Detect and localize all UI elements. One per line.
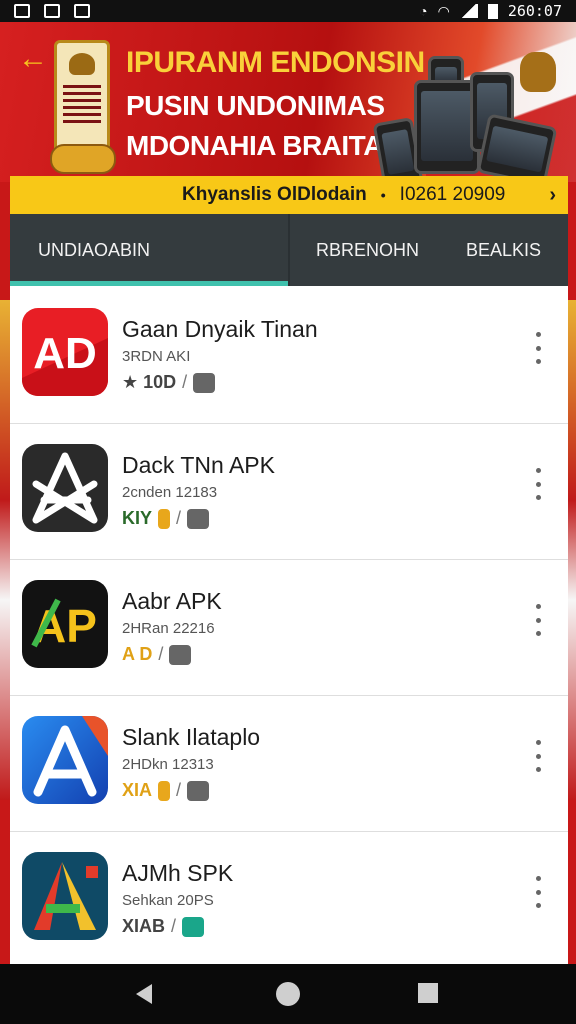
app-subtitle: 2cnden 12183 [122,484,218,501]
nav-back-icon[interactable] [136,984,152,1004]
tab-bealkis[interactable]: BEALKIS [466,214,541,286]
category-icon [187,508,210,529]
badge-icon [158,780,171,801]
app-title: AJMh SPK [122,860,234,886]
banner-title-line1: IPURANM ENDONSIN [126,46,425,79]
category-icon [182,916,205,937]
app-subtitle: Sehkan 20PS [122,892,214,909]
app-title: Slank Ilataplo [122,724,261,750]
app-meta: XIA / [122,780,210,801]
signal-icon [459,4,478,18]
category-icon [193,372,216,393]
status-clock: 260:07 [507,2,562,20]
app-subtitle: 3RDN AKI [122,348,191,365]
app-meta: KIY / [122,508,210,529]
nav-home-icon[interactable] [276,982,300,1006]
info-bar-left: Khyanslis OlDlodain [182,184,367,205]
category-icon [187,780,210,801]
info-separator: • [380,187,386,203]
more-options-icon[interactable] [530,328,546,368]
app-meta: XIAB / [122,916,205,937]
active-tab-indicator [10,281,288,286]
tab-rbrenohn[interactable]: RBRENOHN [316,214,419,286]
emblem-base-icon [50,144,116,174]
badge-icon [158,508,171,529]
a-multicolor-app-icon [22,852,108,940]
emblem-scroll-icon [54,40,110,158]
app-rating: KIY [122,508,153,528]
app-rating: A D [122,644,153,664]
mail-notification-icon [74,4,90,18]
app-meta: ★ 10D / [122,372,216,393]
meta-separator: / [171,916,177,936]
garuda-emblem-icon [520,52,556,92]
battery-icon [487,3,498,19]
app-title: Dack TNn APK [122,452,275,478]
list-item[interactable]: AD Gaan Dnyaik Tinan 3RDN AKI ★ 10D / [10,288,568,424]
list-item[interactable]: Slank Ilataplo 2HDkn 12313 XIA / [10,696,568,832]
ap-yellow-app-icon: AP [22,580,108,668]
svg-text:AD: AD [33,329,97,378]
app-notification-icon [44,4,60,18]
list-item[interactable]: Dack TNn APK 2cnden 12183 KIY / [10,424,568,560]
info-bar-right: I0261 20909 [399,184,506,205]
a-star-dark-app-icon [22,444,108,532]
tab-bar: UNDIAOABIN RBRENOHN BEALKIS [10,214,568,286]
app-rating: XIA [122,780,153,800]
meta-separator: / [182,372,188,392]
list-item[interactable]: AJMh SPK Sehkan 20PS XIAB / [10,832,568,968]
nav-recents-icon[interactable] [418,983,438,1003]
more-options-icon[interactable] [530,872,546,912]
promo-banner[interactable]: ← IPURANM ENDONSIN PUSIN UNDONIMAS MDONA… [0,22,576,182]
banner-title-line2: PUSIN UNDONIMAS [126,90,385,121]
meta-separator: / [176,508,182,528]
tab-divider [288,214,290,286]
a-blue-app-icon [22,716,108,804]
list-item[interactable]: AP Aabr APK 2HRan 22216 A D / [10,560,568,696]
tab-undiaoabin[interactable]: UNDIAOABIN [38,214,150,286]
app-rating: ★ 10D [122,372,177,392]
meta-separator: / [176,780,182,800]
app-meta: A D / [122,644,192,665]
more-options-icon[interactable] [530,600,546,640]
app-subtitle: 2HDkn 12313 [122,756,214,773]
app-title: Gaan Dnyaik Tinan [122,316,318,342]
back-arrow-icon[interactable]: ← [18,42,48,76]
image-notification-icon [14,4,30,18]
meta-separator: / [158,644,164,664]
category-icon [169,644,192,665]
system-nav-bar [0,964,576,1024]
ad-red-app-icon: AD [22,308,108,396]
app-list-panel: Khyanslis OlDlodain • I0261 20909 › UNDI… [10,176,568,968]
status-bar: ◔ ◠ 260:07 [0,0,576,22]
app-subtitle: 2HRan 22216 [122,620,215,637]
more-options-icon[interactable] [530,736,546,776]
chevron-right-icon[interactable]: › [549,184,556,207]
more-options-icon[interactable] [530,464,546,504]
app-rating: XIAB [122,916,166,936]
app-title: Aabr APK [122,588,222,614]
alarm-icon: ◔ [419,3,428,19]
wifi-icon: ◠ [437,2,450,19]
side-decoration [0,300,10,800]
info-bar[interactable]: Khyanslis OlDlodain • I0261 20909 › [10,176,568,214]
